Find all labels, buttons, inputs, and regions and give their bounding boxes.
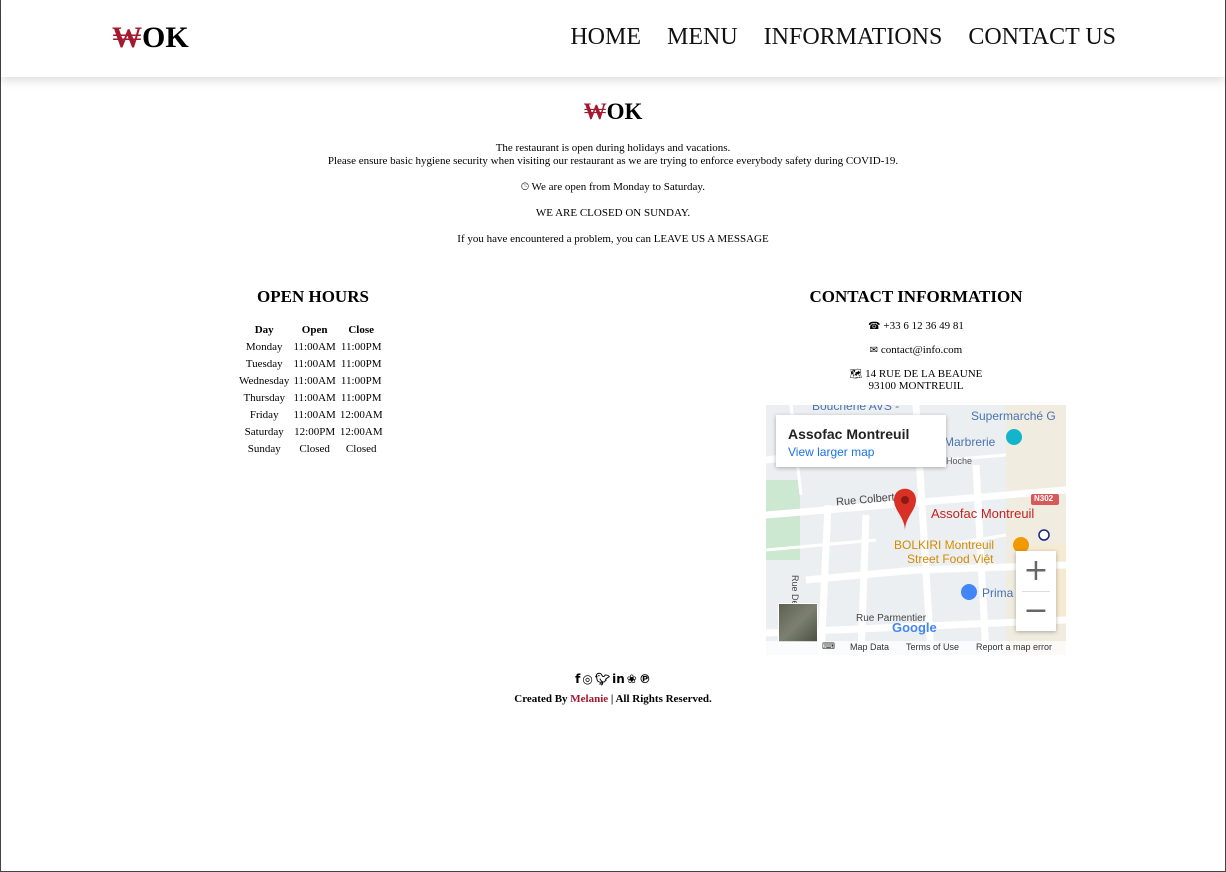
logo-mark: ₩	[112, 21, 142, 54]
table-row: Sunday Closed Closed	[237, 440, 385, 457]
logo-text: OK	[142, 21, 189, 54]
cell-day: Friday	[249, 408, 279, 421]
instagram-icon[interactable]: ◎	[582, 672, 592, 686]
problem-notice: If you have encountered a problem, you c…	[457, 233, 769, 245]
site-logo[interactable]: ₩OK	[112, 21, 189, 55]
site-footer: Created By Melanie | All Rights Reserved…	[1, 693, 1225, 705]
contact-email: ✉ contact@info.com	[766, 344, 1066, 356]
page-logo-mark: ₩	[583, 99, 607, 124]
cell-open: 12:00PM	[294, 425, 336, 438]
address-line-1: 14 RUE DE LA BEAUNE	[865, 368, 983, 380]
col-close: Close	[348, 324, 375, 336]
rights-label: | All Rights Reserved.	[610, 693, 712, 705]
social-links: f ◎ 🐦︎ in ❀ ℗	[1, 672, 1225, 687]
yelp-icon[interactable]: ❀	[627, 672, 637, 686]
cell-day: Sunday	[247, 442, 281, 455]
nav-menu[interactable]: MENU	[667, 24, 738, 51]
envelope-icon: ✉	[869, 345, 879, 356]
map-data-link[interactable]: Map Data	[850, 642, 889, 652]
phone-icon: ☎	[868, 321, 881, 332]
cell-close: 11:00PM	[340, 357, 382, 370]
cell-close: 12:00AM	[339, 425, 383, 438]
twitter-icon[interactable]: 🐦︎	[595, 672, 610, 686]
cell-close: 11:00PM	[340, 391, 382, 404]
cell-close: 12:00AM	[339, 408, 383, 421]
map-label-rue-de: Rue De	[790, 575, 800, 606]
nav-contact-us[interactable]: CONTACT US	[968, 24, 1116, 51]
cell-day: Saturday	[244, 425, 284, 438]
map-info-card: Assofac Montreuil View larger map	[776, 415, 946, 467]
cell-day: Monday	[245, 340, 283, 353]
site-header: ₩OK HOME MENU INFORMATIONS CONTACT US	[1, 0, 1225, 77]
map-zoom-controls: + −	[1016, 551, 1056, 631]
creator-link[interactable]: Melanie	[570, 693, 608, 705]
cell-open: 11:00AM	[293, 357, 336, 370]
table-row: Tuesday 11:00AM 11:00PM	[237, 355, 385, 372]
page-logo: ₩OK	[1, 99, 1225, 125]
table-row: Thursday 11:00AM 11:00PM	[237, 389, 385, 406]
created-by-label: Created By	[514, 693, 568, 705]
cell-open: 11:00AM	[293, 340, 336, 353]
satellite-toggle[interactable]	[778, 603, 818, 643]
linkedin-icon[interactable]: in	[612, 672, 625, 686]
map-pin-label[interactable]: Assofac Montreuil	[931, 506, 1034, 521]
email-address: contact@info.com	[880, 344, 963, 356]
map-label-supermarche: Supermarché G	[971, 409, 1056, 423]
map-label-prima: Prima	[982, 586, 1014, 600]
facebook-icon[interactable]: f	[575, 672, 580, 686]
zoom-out-button[interactable]: −	[1016, 591, 1056, 631]
cell-open: 11:00AM	[293, 374, 336, 387]
main-nav: HOME MENU INFORMATIONS CONTACT US	[570, 24, 1116, 51]
map-icon: 🗺︎	[849, 369, 863, 380]
open-hours-table: Day Open Close Monday 11:00AM 11:00PM Tu…	[237, 322, 385, 457]
intro-line-1: The restaurant is open during holidays a…	[495, 142, 731, 154]
phone-number: +33 6 12 36 49 81	[883, 320, 964, 332]
map-label-marbrerie: Marbrerie	[944, 435, 996, 449]
map-place-name: Assofac Montreuil	[788, 426, 910, 442]
keyboard-icon[interactable]: ⌨	[822, 642, 835, 652]
cell-close: 11:00PM	[340, 374, 382, 387]
cell-open: 11:00AM	[293, 408, 336, 421]
intro-line-2: Please ensure basic hygiene security whe…	[327, 155, 899, 167]
clock-icon: 🕒︎	[521, 182, 529, 193]
address-line-2: 93100 MONTREUIL	[868, 380, 964, 392]
cell-day: Wednesday	[239, 374, 290, 387]
map-label-bolkiri: BOLKIRI Montreuil	[894, 538, 995, 552]
embedded-map[interactable]: Boucherie AVS - Supermarché G Marbrerie …	[766, 405, 1066, 655]
report-error-link[interactable]: Report a map error	[976, 642, 1052, 652]
cell-close: 11:00PM	[340, 340, 382, 353]
contact-address: 🗺︎ 14 RUE DE LA BEAUNE 93100 MONTREUIL	[766, 368, 1066, 392]
zoom-in-button[interactable]: +	[1016, 551, 1056, 591]
table-header-row: Day Open Close	[237, 322, 385, 338]
nav-home[interactable]: HOME	[570, 24, 641, 51]
contact-phone: ☎ +33 6 12 36 49 81	[766, 320, 1066, 332]
cell-close: Closed	[345, 442, 377, 455]
map-label-n302: N302	[1034, 494, 1054, 503]
open-hours-title: OPEN HOURS	[257, 287, 369, 306]
open-days-label: We are open from Monday to Saturday.	[531, 181, 705, 193]
terms-of-use-link[interactable]: Terms of Use	[906, 642, 959, 652]
table-row: Friday 11:00AM 12:00AM	[237, 406, 385, 423]
view-larger-map-link[interactable]: View larger map	[788, 445, 874, 459]
contact-title: CONTACT INFORMATION	[809, 287, 1023, 306]
table-row: Wednesday 11:00AM 11:00PM	[237, 372, 385, 389]
table-row: Saturday 12:00PM 12:00AM	[237, 423, 385, 440]
page-logo-text: OK	[606, 99, 643, 124]
closed-notice: WE ARE CLOSED ON SUNDAY.	[535, 207, 691, 219]
map-footer: ⌨ Map Data Terms of Use Report a map err…	[766, 641, 1066, 655]
cell-day: Tuesday	[245, 357, 283, 370]
cell-open: Closed	[299, 442, 330, 455]
col-day: Day	[254, 324, 274, 336]
cell-open: 11:00AM	[293, 391, 336, 404]
table-row: Monday 11:00AM 11:00PM	[237, 338, 385, 355]
cell-day: Thursday	[243, 391, 285, 404]
map-label-boucherie: Boucherie AVS -	[812, 405, 900, 413]
map-label-street-food: Street Food Việt	[907, 552, 994, 566]
google-logo: Google	[892, 620, 937, 635]
open-days-text: 🕒︎ We are open from Monday to Saturday.	[1, 181, 1225, 193]
pinterest-icon[interactable]: ℗	[639, 672, 651, 686]
map-label-hoche: Hoche	[946, 456, 973, 466]
col-open: Open	[301, 324, 328, 336]
nav-informations[interactable]: INFORMATIONS	[764, 24, 943, 51]
